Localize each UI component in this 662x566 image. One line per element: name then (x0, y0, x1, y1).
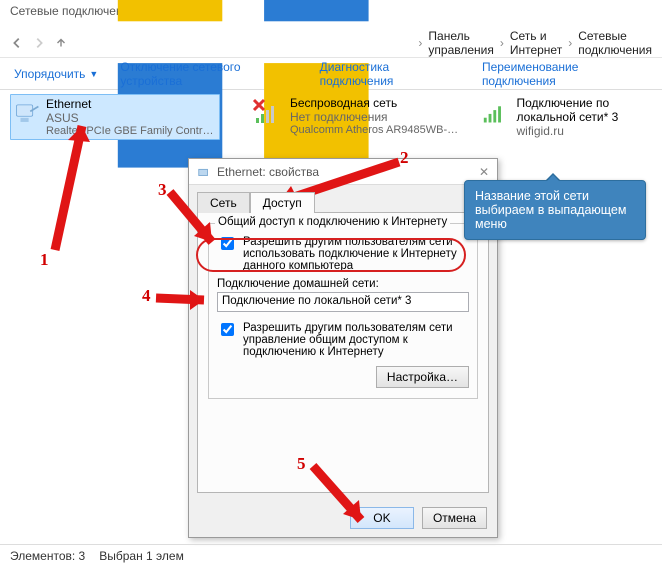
arrow-1 (40, 110, 120, 260)
allow-control-label: Разрешить другим пользователям сети упра… (243, 322, 469, 358)
network-connections-window: Сетевые подключения › Панель управления … (0, 0, 662, 566)
conn-status: wifigid.ru (517, 124, 650, 138)
tab-sharing[interactable]: Доступ (250, 192, 315, 213)
arrow-3 (164, 186, 234, 256)
allow-control-row[interactable]: Разрешить другим пользователям сети упра… (217, 322, 469, 358)
status-selection: Выбран 1 элем (99, 549, 184, 563)
breadcrumb[interactable]: › Панель управления › Сеть и Интернет › … (418, 29, 652, 57)
close-icon[interactable]: ✕ (479, 165, 489, 179)
crumb-root[interactable]: Панель управления (428, 29, 493, 57)
allow-share-row[interactable]: Разрешить другим пользователям сети испо… (217, 236, 469, 272)
callout-tooltip: Название этой сети выбираем в выпадающем… (464, 180, 646, 240)
status-bar: Элементов: 3 Выбран 1 элем (0, 544, 662, 566)
crumb-leaf[interactable]: Сетевые подключения (578, 29, 652, 57)
home-connection-dropdown[interactable]: Подключение по локальной сети* 3 (217, 292, 469, 312)
ethernet-icon (14, 97, 40, 129)
diagnose-button[interactable]: Диагностика подключения (320, 60, 460, 88)
wifi-disabled-icon (252, 96, 284, 128)
cancel-button[interactable]: Отмена (422, 507, 487, 529)
address-bar: › Панель управления › Сеть и Интернет › … (0, 28, 662, 58)
rename-button[interactable]: Переименование подключения (482, 60, 648, 88)
status-count: Элементов: 3 (10, 549, 85, 563)
wifi-icon (480, 96, 511, 128)
allow-control-checkbox[interactable] (221, 323, 234, 336)
connection-item-local3[interactable]: Подключение по локальной сети* 3 wifigid… (480, 96, 650, 138)
conn-name: Ethernet (46, 97, 216, 111)
forward-button[interactable] (32, 32, 46, 54)
crumb-mid[interactable]: Сеть и Интернет (510, 29, 562, 57)
conn-status: Нет подключения (290, 110, 460, 124)
allow-share-label: Разрешить другим пользователям сети испо… (243, 236, 469, 272)
connection-item-wifi-disabled[interactable]: Беспроводная сеть Нет подключения Qualco… (252, 96, 462, 136)
group-ics-label: Общий доступ к подключению к Интернету (215, 216, 450, 228)
callout-text: Название этой сети выбираем в выпадающем… (475, 189, 626, 231)
conn-name: Беспроводная сеть (290, 96, 460, 110)
settings-button[interactable]: Настройка… (376, 366, 469, 388)
home-conn-label: Подключение домашней сети: (217, 278, 469, 290)
arrow-5 (305, 458, 385, 538)
organize-menu[interactable]: Упорядочить▼ (14, 67, 98, 81)
up-button[interactable] (54, 32, 68, 54)
ethernet-small-icon (197, 165, 211, 179)
back-button[interactable] (10, 32, 24, 54)
arrow-4 (150, 288, 220, 318)
conn-adapter: Qualcomm Atheros AR9485WB-E... (290, 124, 460, 136)
conn-name: Подключение по локальной сети* 3 (517, 96, 650, 124)
sharing-tab-body: Общий доступ к подключению к Интернету Р… (197, 212, 489, 493)
disable-device-button[interactable]: Отключение сетевого устройства (120, 60, 297, 88)
